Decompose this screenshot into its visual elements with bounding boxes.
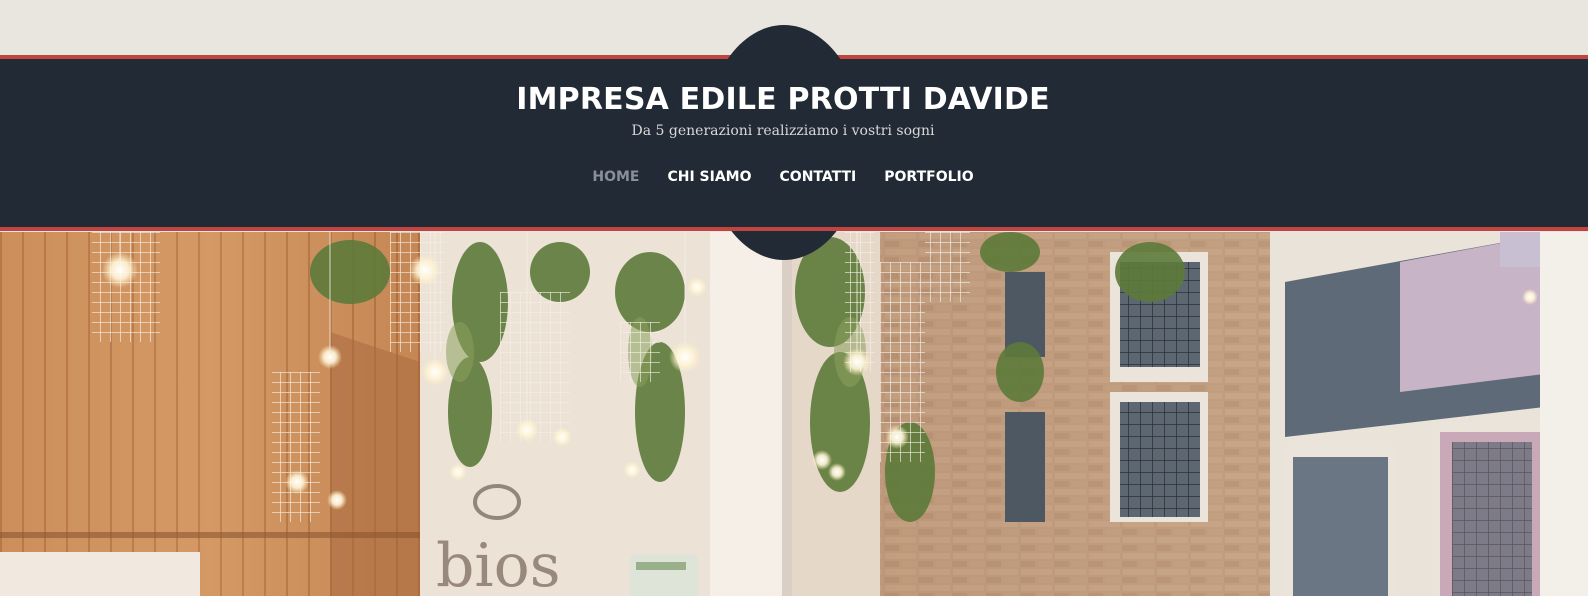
nav-item-home[interactable]: HOME (578, 166, 653, 188)
nav-item-chi-siamo[interactable]: CHI SIAMO (653, 166, 765, 188)
site-branding: IMPRESA EDILE PROTTI DAVIDE Da 5 generaz… (0, 80, 1566, 141)
hero-image: bios (0, 232, 1588, 596)
site-tagline: Da 5 generazioni realizziamo i vostri so… (631, 123, 935, 139)
page: bios IMPRESA EDILE PROTTI DAVIDE Da 5 ge… (0, 0, 1588, 596)
site-title[interactable]: IMPRESA EDILE PROTTI DAVIDE (0, 80, 1566, 120)
nav-item-contatti[interactable]: CONTATTI (766, 166, 871, 188)
main-navigation: HOME CHI SIAMO CONTATTI PORTFOLIO (0, 166, 1566, 188)
header-bottom-accent-line (0, 227, 1588, 231)
hero-sign-text: bios (436, 531, 561, 596)
nav-item-portfolio[interactable]: PORTFOLIO (870, 166, 987, 188)
